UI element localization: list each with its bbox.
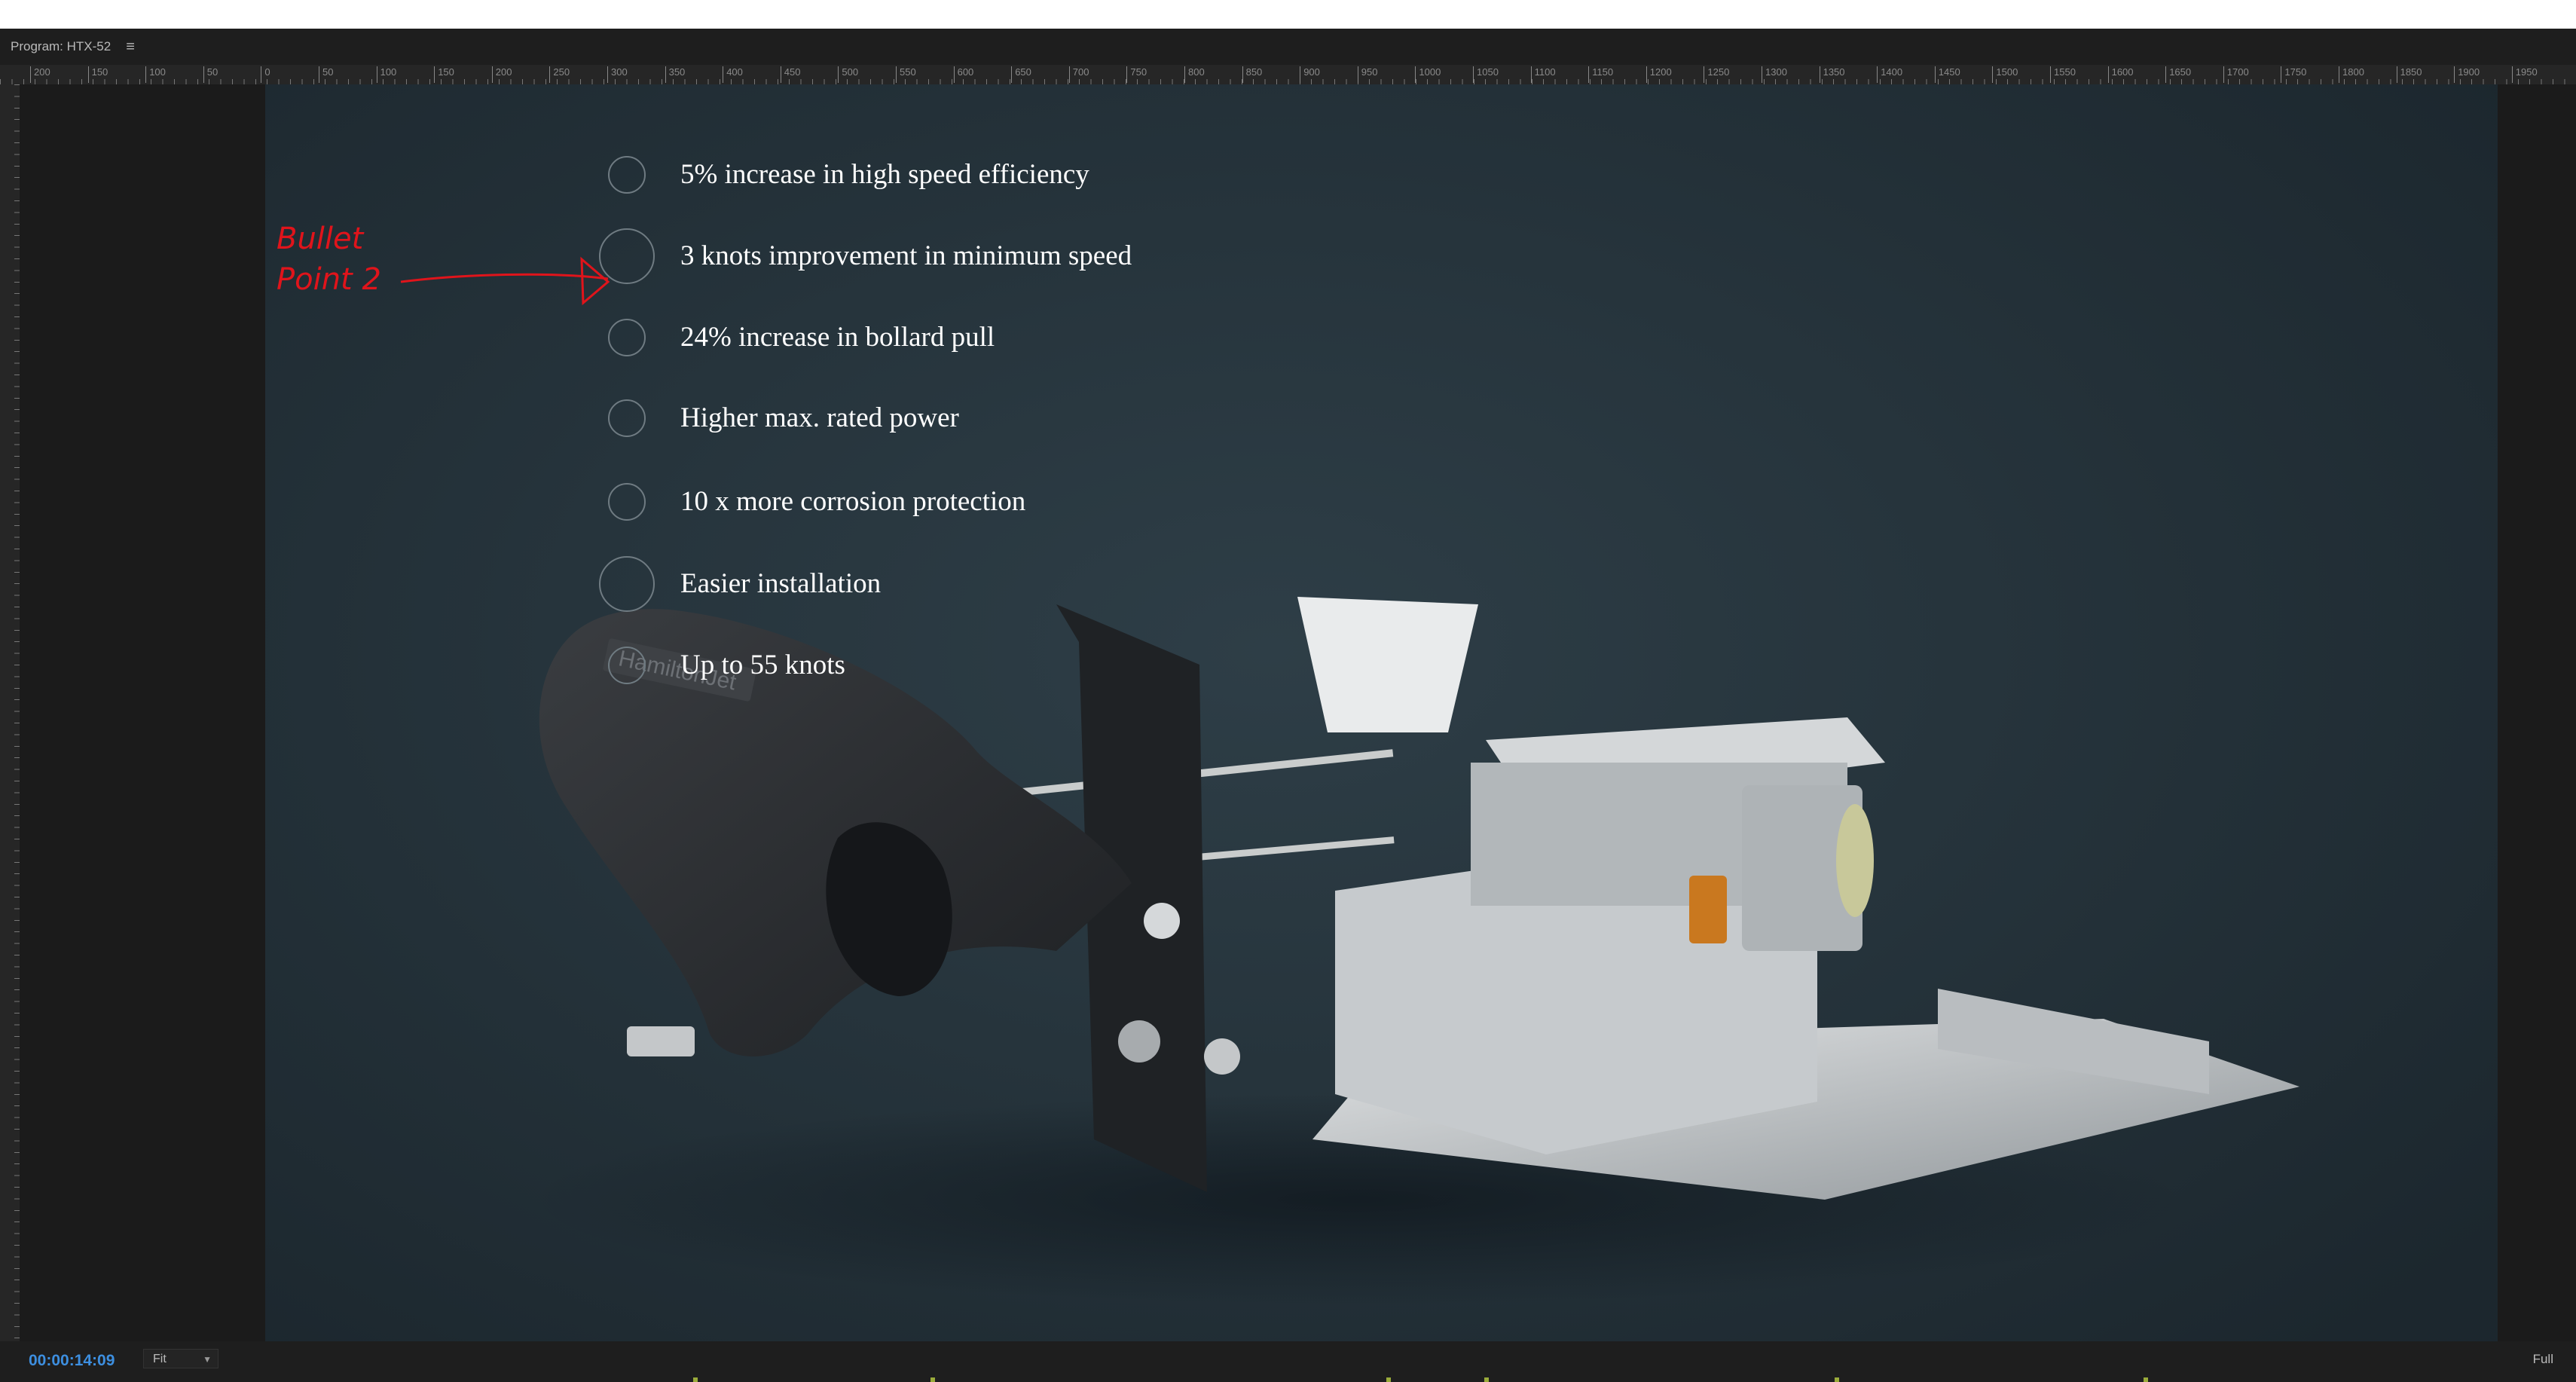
ruler-tick-label: 600 [953, 66, 973, 83]
program-monitor-header: Program: HTX-52 ≡ [0, 29, 2576, 65]
ruler-tick-label: 1250 [1704, 66, 1729, 83]
ruler-tick-label: 500 [838, 66, 858, 83]
timeline-marker[interactable] [930, 1377, 935, 1382]
ruler-tick-label: 1350 [1819, 66, 1845, 83]
bullet-text: Easier installation [680, 568, 882, 599]
ruler-tick-label: 1050 [1473, 66, 1499, 83]
title-strip [0, 0, 2576, 29]
bullet-text: Higher max. rated power [680, 402, 959, 433]
ruler-tick-label: 700 [1068, 66, 1089, 83]
ruler-tick-label: 1000 [1415, 66, 1441, 83]
ruler-tick-label: 750 [1126, 66, 1147, 83]
bullet-circle-icon [608, 483, 646, 521]
ruler-tick-label: 100 [376, 66, 396, 83]
ruler-tick-label: 250 [549, 66, 570, 83]
ruler-tick-label: 50 [203, 66, 218, 83]
bullet-circle-icon [608, 156, 646, 194]
timeline-marker[interactable] [1484, 1377, 1489, 1382]
zoom-level-select[interactable]: Fit ▼ [143, 1349, 218, 1368]
ruler-tick-label: 450 [780, 66, 801, 83]
ruler-tick-label: 1800 [2339, 66, 2364, 83]
ruler-tick-label: 1750 [2281, 66, 2306, 83]
ruler-tick-label: 300 [607, 66, 628, 83]
ruler-tick-label: 1500 [1992, 66, 2018, 83]
ruler-tick-label: 400 [723, 66, 743, 83]
bullet-text: 24% increase in bollard pull [680, 322, 995, 353]
timeline-marker[interactable] [2144, 1377, 2148, 1382]
ruler-tick-label: 1450 [1934, 66, 1960, 83]
ruler-tick-label: 50 [319, 66, 333, 83]
ruler-tick-label: 1650 [2165, 66, 2191, 83]
ruler-tick-label: 150 [87, 66, 108, 83]
ruler-tick-label: 1950 [2511, 66, 2538, 83]
ruler-tick-label: 100 [145, 66, 166, 83]
waterjet-render-image: HamiltonJet [529, 597, 2299, 1305]
vertical-ruler[interactable] [0, 84, 20, 1341]
ruler-tick-label: 800 [1184, 66, 1205, 83]
bullet-text: 3 knots improvement in minimum speed [680, 240, 1132, 271]
bullet-circle-icon [599, 556, 655, 612]
ruler-tick-label: 550 [896, 66, 916, 83]
ruler-tick-label: 950 [1357, 66, 1378, 83]
bullet-circle-icon [599, 228, 655, 284]
bullet-circle-icon [608, 647, 646, 684]
playback-resolution-select[interactable]: Full [2533, 1352, 2553, 1367]
playhead-timecode[interactable]: 00:00:14:09 [29, 1352, 115, 1370]
ruler-tick-label: 0 [261, 66, 270, 83]
bullet-text: Up to 55 knots [680, 650, 845, 680]
bullet-text: 5% increase in high speed efficiency [680, 159, 1089, 190]
ruler-tick-label: 1100 [1530, 66, 1556, 83]
ruler-tick-label: 1200 [1646, 66, 1672, 83]
timeline-marker[interactable] [693, 1377, 698, 1382]
timeline-marker[interactable] [1835, 1377, 1839, 1382]
ruler-tick-label: 200 [491, 66, 512, 83]
ruler-tick-label: 200 [30, 66, 50, 83]
ruler-tick-label: 1550 [2050, 66, 2076, 83]
ruler-tick-label: 850 [1242, 66, 1262, 83]
ruler-tick-label: 1900 [2454, 66, 2480, 83]
monitor-controls: 00:00:14:09 Fit ▼ Full [0, 1341, 2576, 1382]
ruler-tick-label: 1850 [2396, 66, 2422, 83]
ruler-tick-label: 650 [1011, 66, 1031, 83]
zoom-level-value: Fit [153, 1353, 167, 1365]
ruler-tick-label: 150 [434, 66, 454, 83]
timeline-marker[interactable] [1386, 1377, 1391, 1382]
chevron-down-icon: ▼ [203, 1354, 212, 1365]
ruler-tick-label: 1300 [1762, 66, 1787, 83]
bullet-circle-icon [608, 399, 646, 437]
bullet-circle-icon [608, 319, 646, 356]
ruler-tick-label: 900 [1300, 66, 1320, 83]
bullet-text: 10 x more corrosion protection [680, 486, 1026, 517]
ruler-tick-label: 1150 [1588, 66, 1613, 83]
program-frame: HamiltonJet 5% increase in high speed ef… [265, 84, 2498, 1341]
horizontal-ruler[interactable]: 200 150 100 50 0 50 100 150 200 250 300 350 400 450 50… [0, 65, 2576, 84]
ruler-tick-label: 1700 [2223, 66, 2249, 83]
hamburger-menu-icon[interactable]: ≡ [126, 38, 135, 56]
ruler-tick-label: 1400 [1877, 66, 1902, 83]
panel-title[interactable]: Program: HTX-52 [11, 39, 111, 54]
ruler-tick-label: 350 [665, 66, 685, 83]
ruler-tick-label: 1600 [2107, 66, 2134, 83]
